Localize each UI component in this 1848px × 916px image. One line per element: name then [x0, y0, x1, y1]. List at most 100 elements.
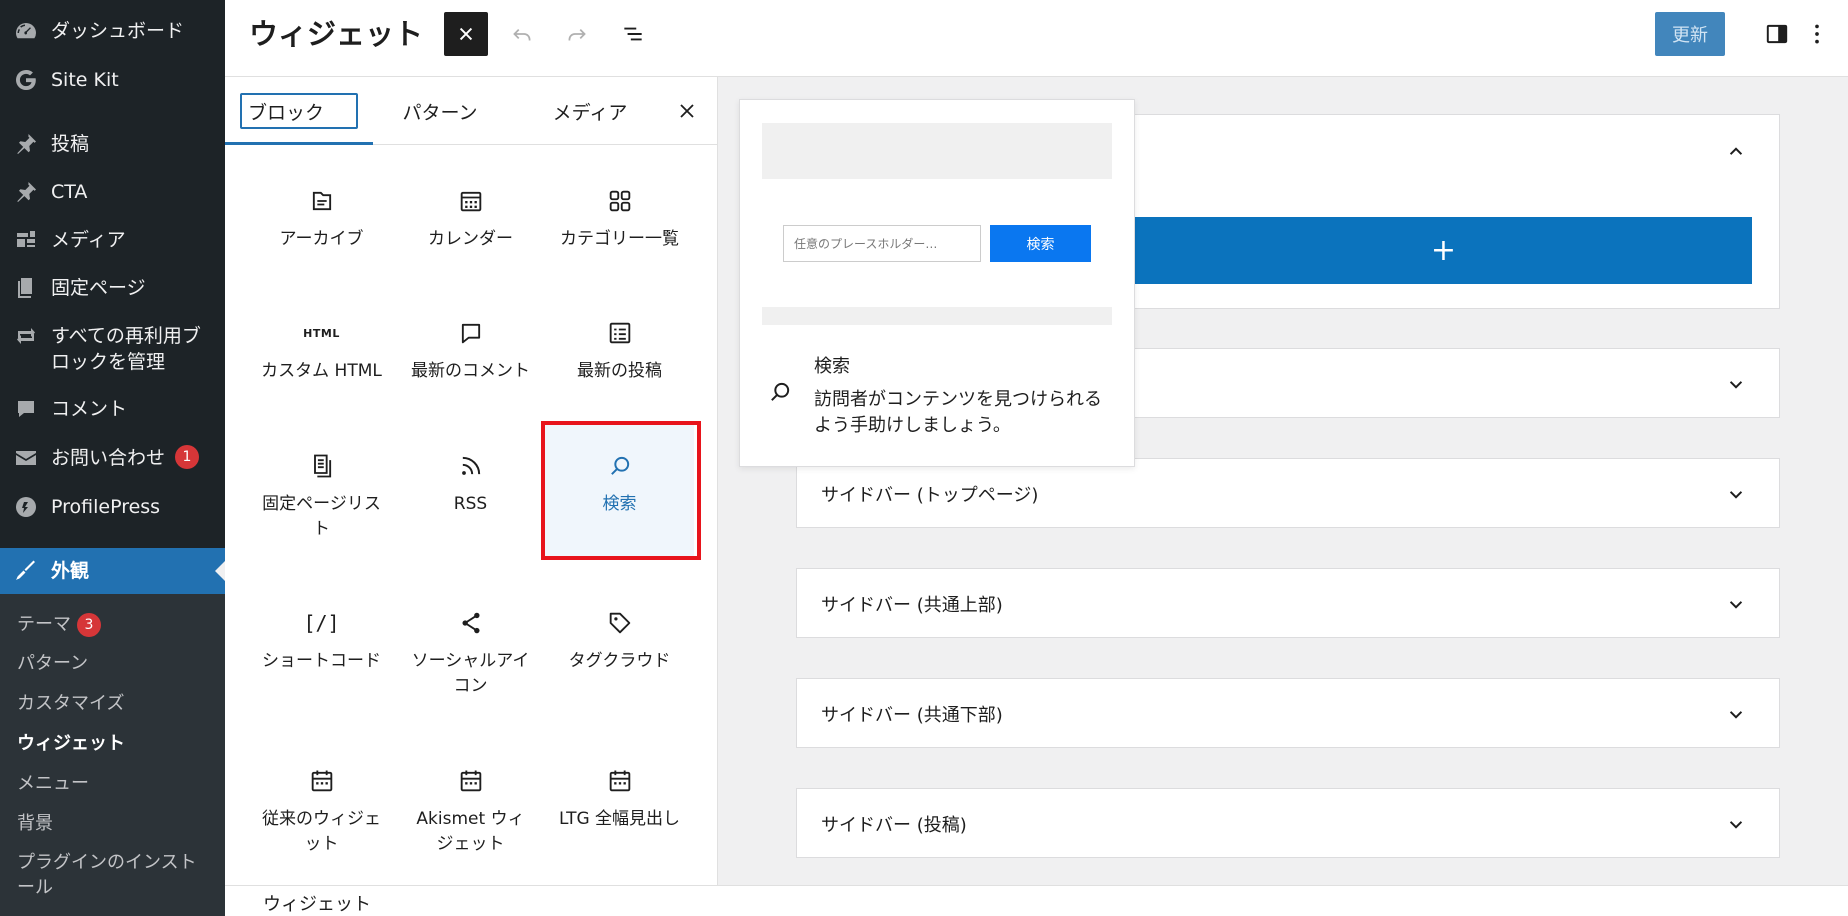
- profilepress-icon: [13, 494, 39, 520]
- comment-icon: [13, 396, 39, 422]
- tab-focus-ring: ブロック: [240, 93, 358, 129]
- chevron-down-icon: [1729, 711, 1743, 719]
- archive-icon: [306, 185, 338, 217]
- submenu-item-patterns[interactable]: パターン: [17, 651, 212, 676]
- menu-item-reusable-blocks[interactable]: すべての再利用ブ ロックを管理: [0, 323, 225, 375]
- widget-area-sidebar-common-bottom[interactable]: サイドバー (共通下部): [796, 678, 1780, 748]
- submenu-item-menus[interactable]: メニュー: [17, 771, 212, 796]
- widget-area-title: サイドバー (トップページ): [821, 485, 1039, 506]
- more-vertical-icon: [1815, 24, 1819, 44]
- block-search[interactable]: 検索: [545, 425, 694, 558]
- block-shortcode[interactable]: [/] ショートコード: [247, 607, 396, 674]
- redo-button[interactable]: [555, 12, 599, 56]
- dashboard-icon: [13, 18, 39, 44]
- page-list-icon: [306, 450, 338, 482]
- block-archive[interactable]: アーカイブ: [247, 185, 396, 252]
- widget-area-title: サイドバー (共通上部): [821, 595, 1003, 616]
- block-akismet-widget[interactable]: Akismet ウィ ジェット: [396, 765, 545, 857]
- submenu-item-install-plugins[interactable]: プラグインのインスト ール: [17, 850, 212, 900]
- widget-area-sidebar-posts[interactable]: サイドバー (投稿): [796, 788, 1780, 858]
- tab-label: メディア: [552, 101, 628, 124]
- pages-icon: [13, 275, 39, 301]
- block-page-list[interactable]: 固定ページリス ト: [247, 450, 396, 542]
- options-menu-button[interactable]: [1795, 12, 1839, 56]
- block-label-line: ジェット: [436, 834, 505, 854]
- block-ltg-fullwidth-heading[interactable]: LTG 全幅見出し: [545, 765, 694, 832]
- block-latest-posts[interactable]: 最新の投稿: [545, 317, 694, 384]
- block-social-icons[interactable]: ソーシャルアイ コン: [396, 607, 545, 699]
- calendar-widget-icon: [455, 765, 487, 797]
- block-label-line: 固定ページリス: [262, 494, 381, 514]
- block-tag-cloud[interactable]: タグクラウド: [545, 607, 694, 674]
- tab-blocks[interactable]: ブロック: [240, 77, 358, 145]
- pushpin-icon: [13, 131, 39, 157]
- menu-label: 投稿: [51, 133, 90, 155]
- widget-area-title: サイドバー (共通下部): [821, 705, 1003, 726]
- chevron-down-icon: [1729, 821, 1743, 829]
- menu-item-dashboard[interactable]: ダッシュボード: [0, 18, 225, 44]
- block-label-line: Akismet ウィ: [416, 809, 525, 829]
- menu-item-profilepress[interactable]: ProfilePress: [0, 494, 225, 520]
- menu-item-cta[interactable]: CTA: [0, 179, 225, 205]
- submenu-item-themes[interactable]: テーマ 3: [17, 612, 212, 637]
- add-block-button[interactable]: +: [1135, 217, 1752, 284]
- menu-item-contact[interactable]: お問い合わせ 1: [0, 445, 225, 471]
- menu-item-comments[interactable]: コメント: [0, 396, 225, 422]
- categories-icon: [604, 185, 636, 217]
- block-preview-popover: 任意のプレースホルダー… 検索 検索 訪問者がコンテンツを見つけられる よう手助…: [739, 99, 1135, 467]
- reuse-icon: [13, 323, 39, 349]
- update-button[interactable]: 更新: [1655, 12, 1725, 56]
- submenu-item-widgets[interactable]: ウィジェット: [17, 731, 212, 756]
- calendar-widget-icon: [306, 765, 338, 797]
- block-label: 最新の投稿: [577, 361, 662, 381]
- menu-label: 外観: [51, 560, 90, 582]
- breadcrumb[interactable]: ウィジェット: [263, 890, 371, 916]
- block-latest-comments[interactable]: 最新のコメント: [396, 317, 545, 384]
- block-rss[interactable]: RSS: [396, 450, 545, 517]
- menu-label: コメント: [51, 398, 128, 420]
- submenu-item-customize[interactable]: カスタマイズ: [17, 691, 212, 716]
- menu-item-posts[interactable]: 投稿: [0, 131, 225, 157]
- redo-icon: [568, 29, 586, 41]
- menu-item-pages[interactable]: 固定ページ: [0, 275, 225, 301]
- list-view-button[interactable]: [611, 12, 655, 56]
- settings-sidebar-toggle[interactable]: [1755, 12, 1799, 56]
- google-g-icon: [13, 67, 39, 93]
- close-inserter-button[interactable]: [444, 12, 488, 56]
- admin-sidebar: ダッシュボード Site Kit 投稿 CTA メディア 固定ページ すべての再…: [0, 0, 225, 916]
- close-inserter-x-button[interactable]: [671, 95, 703, 127]
- block-legacy-widget[interactable]: 従来のウィジェ ット: [247, 765, 396, 857]
- preview-block-title: 検索: [814, 356, 850, 377]
- pushpin-icon: [13, 179, 39, 205]
- menu-label: 固定ページ: [51, 277, 146, 299]
- block-label: ショートコード: [262, 651, 381, 671]
- media-icon: [13, 227, 39, 253]
- tab-patterns[interactable]: パターン: [375, 77, 505, 145]
- shortcode-icon: [/]: [303, 607, 339, 639]
- calendar-widget-icon: [604, 765, 636, 797]
- comment-icon: [455, 317, 487, 349]
- block-calendar[interactable]: カレンダー: [396, 185, 545, 252]
- notification-badge: 3: [77, 612, 101, 637]
- block-custom-html[interactable]: HTML カスタム HTML: [247, 317, 396, 384]
- submenu-item-background[interactable]: 背景: [17, 811, 212, 836]
- menu-item-media[interactable]: メディア: [0, 227, 225, 253]
- menu-item-appearance[interactable]: 外観: [0, 548, 225, 594]
- block-label: カテゴリー一覧: [560, 229, 679, 249]
- block-categories[interactable]: カテゴリー一覧: [545, 185, 694, 252]
- block-label: 従来のウィジェ ット: [247, 807, 396, 857]
- mail-icon: [13, 445, 39, 471]
- undo-button[interactable]: [500, 12, 544, 56]
- menu-item-site-kit[interactable]: Site Kit: [0, 67, 225, 93]
- widget-area-sidebar-common-top[interactable]: サイドバー (共通上部): [796, 568, 1780, 638]
- menu-item-appearance-inner: 外観: [0, 558, 225, 584]
- active-tab-indicator: [225, 142, 373, 145]
- appearance-brush-icon: [13, 558, 39, 584]
- chevron-up-icon[interactable]: [1723, 139, 1749, 165]
- preview-search-button: 検索: [990, 225, 1091, 262]
- widget-area-sidebar-top-page[interactable]: サイドバー (トップページ): [796, 458, 1780, 528]
- submenu-label: テーマ: [17, 614, 71, 635]
- editor-footer: ウィジェット: [225, 885, 1848, 916]
- tab-media[interactable]: メディア: [525, 77, 655, 145]
- menu-label: メディア: [51, 229, 126, 251]
